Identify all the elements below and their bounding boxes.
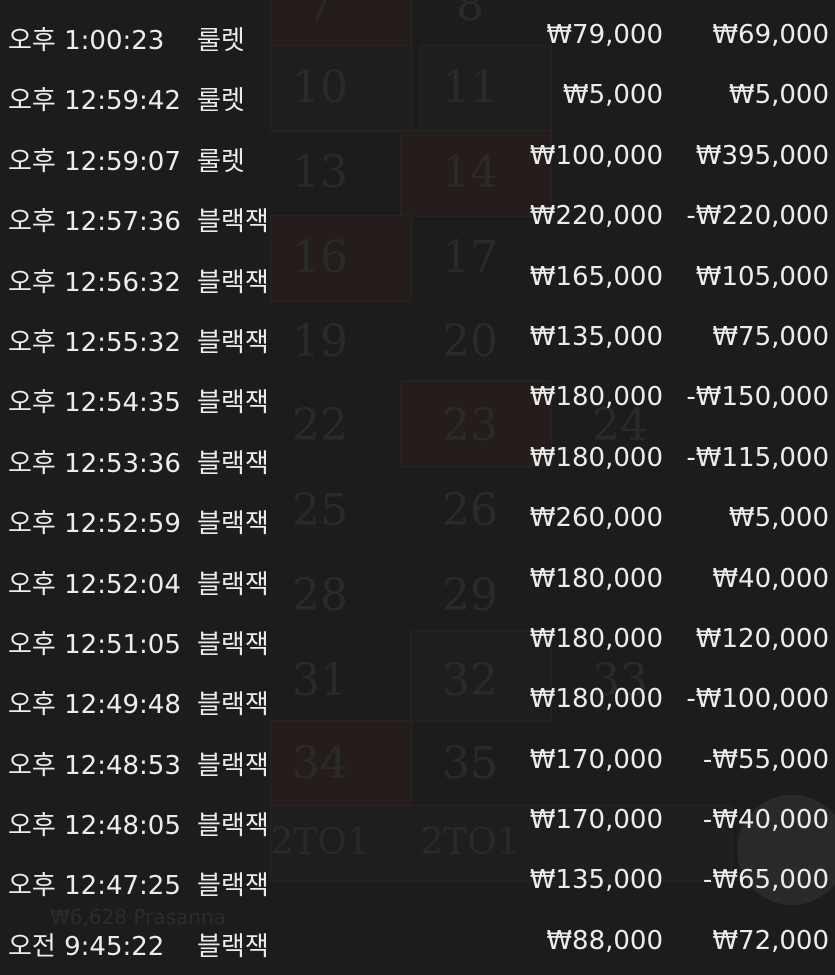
history-row: 오후 12:53:36 블랙잭 ₩180,000 -₩115,000	[0, 430, 835, 490]
row-bet: ₩135,000	[529, 865, 663, 896]
bet-history-list: 오후 1:00:23 룰렛 ₩79,000 ₩69,000 오후 12:59:4…	[0, 7, 835, 973]
row-result: -₩115,000	[686, 442, 829, 473]
history-row: 오후 12:55:32 블랙잭 ₩135,000 ₩75,000	[0, 309, 835, 369]
row-bet: ₩79,000	[546, 20, 663, 50]
row-game: 블랙잭	[197, 811, 269, 842]
row-result: ₩72,000	[712, 925, 829, 956]
history-row: 오후 12:49:48 블랙잭 ₩180,000 -₩100,000	[0, 671, 835, 731]
row-result: ₩75,000	[712, 321, 829, 352]
row-game: 블랙잭	[197, 569, 269, 600]
row-game: 블랙잭	[197, 448, 269, 479]
row-result: -₩65,000	[702, 865, 829, 896]
row-bet: ₩180,000	[529, 684, 663, 715]
history-row: 오후 12:57:36 블랙잭 ₩220,000 -₩220,000	[0, 188, 835, 248]
history-row: 오후 12:48:53 블랙잭 ₩170,000 -₩55,000	[0, 732, 835, 792]
history-row: 오후 12:56:32 블랙잭 ₩165,000 ₩105,000	[0, 249, 835, 309]
row-time: 오후 12:54:35	[8, 388, 181, 419]
history-row: 오후 12:52:59 블랙잭 ₩260,000 ₩5,000	[0, 490, 835, 550]
row-time: 오후 12:59:07	[8, 146, 181, 177]
history-row: 오전 9:45:22 블랙잭 ₩88,000 ₩72,000	[0, 913, 835, 973]
row-result: ₩69,000	[712, 20, 829, 50]
row-time: 오후 12:57:36	[8, 207, 181, 238]
row-game: 블랙잭	[197, 509, 269, 540]
row-time: 오후 12:48:53	[8, 750, 181, 781]
row-bet: ₩180,000	[529, 623, 663, 654]
row-time: 오후 12:49:48	[8, 690, 181, 721]
history-row: 오후 12:48:05 블랙잭 ₩170,000 -₩40,000	[0, 792, 835, 852]
row-bet: ₩100,000	[529, 140, 663, 171]
history-row: 오후 1:00:23 룰렛 ₩79,000 ₩69,000	[0, 7, 835, 67]
row-result: -₩220,000	[686, 201, 829, 232]
row-game: 블랙잭	[197, 690, 269, 721]
history-row: 오후 12:51:05 블랙잭 ₩180,000 ₩120,000	[0, 611, 835, 671]
row-game: 블랙잭	[197, 629, 269, 660]
row-bet: ₩170,000	[529, 744, 663, 775]
row-game: 블랙잭	[197, 267, 269, 298]
history-row: 오후 12:52:04 블랙잭 ₩180,000 ₩40,000	[0, 551, 835, 611]
row-bet: ₩5,000	[562, 80, 663, 111]
row-time: 오후 12:56:32	[8, 267, 181, 298]
row-result: ₩40,000	[712, 563, 829, 594]
row-time: 오후 12:59:42	[8, 86, 181, 117]
row-bet: ₩170,000	[529, 805, 663, 836]
row-result: ₩5,000	[728, 80, 829, 111]
row-time: 오전 9:45:22	[8, 931, 165, 962]
row-game: 블랙잭	[197, 327, 269, 358]
row-bet: ₩180,000	[529, 382, 663, 413]
row-game: 블랙잭	[197, 207, 269, 238]
row-result: -₩100,000	[686, 684, 829, 715]
row-time: 오후 12:47:25	[8, 871, 181, 902]
row-game: 룰렛	[197, 86, 245, 117]
row-bet: ₩88,000	[546, 925, 663, 956]
history-row: 오후 12:59:07 룰렛 ₩100,000 ₩395,000	[0, 128, 835, 188]
row-result: -₩55,000	[702, 744, 829, 775]
row-game: 룰렛	[197, 146, 245, 177]
row-time: 오후 12:52:04	[8, 569, 181, 600]
row-bet: ₩135,000	[529, 321, 663, 352]
history-row: 오후 12:54:35 블랙잭 ₩180,000 -₩150,000	[0, 369, 835, 429]
row-game: 블랙잭	[197, 931, 269, 962]
row-time: 오후 12:48:05	[8, 811, 181, 842]
row-time: 오후 1:00:23	[8, 26, 165, 56]
row-game: 블랙잭	[197, 750, 269, 781]
history-row: 오후 12:47:25 블랙잭 ₩135,000 -₩65,000	[0, 852, 835, 912]
history-row: 오후 12:59:42 룰렛 ₩5,000 ₩5,000	[0, 67, 835, 127]
row-result: ₩395,000	[695, 140, 829, 171]
row-game: 블랙잭	[197, 871, 269, 902]
row-bet: ₩180,000	[529, 442, 663, 473]
row-result: -₩150,000	[686, 382, 829, 413]
row-bet: ₩220,000	[529, 201, 663, 232]
row-bet: ₩165,000	[529, 261, 663, 292]
bet-history-screen: 7 8 10 11 13 14 16 17 19 20 22 23 24 25 …	[0, 0, 835, 975]
row-time: 오후 12:52:59	[8, 509, 181, 540]
row-time: 오후 12:51:05	[8, 629, 181, 660]
row-time: 오후 12:53:36	[8, 448, 181, 479]
row-time: 오후 12:55:32	[8, 327, 181, 358]
row-game: 블랙잭	[197, 388, 269, 419]
row-bet: ₩260,000	[529, 503, 663, 534]
row-game: 룰렛	[197, 26, 245, 56]
row-result: ₩5,000	[728, 503, 829, 534]
row-result: ₩105,000	[695, 261, 829, 292]
row-result: -₩40,000	[702, 805, 829, 836]
row-result: ₩120,000	[695, 623, 829, 654]
row-bet: ₩180,000	[529, 563, 663, 594]
